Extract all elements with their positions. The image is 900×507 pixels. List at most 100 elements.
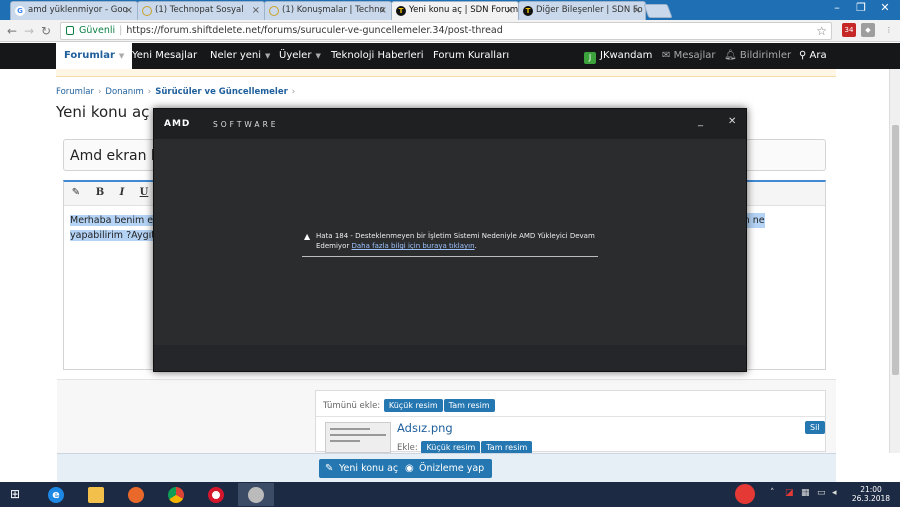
tab-title: (1) Konuşmalar | Techno bbox=[282, 5, 385, 15]
tab-title: Yeni konu aç | SDN Forum bbox=[409, 5, 519, 15]
sdn-favicon-icon: T bbox=[523, 6, 533, 16]
tab-title: amd yüklenmiyor - Goo bbox=[28, 5, 128, 15]
nav-bildirimler[interactable]: 🔔︎ Bildirimler bbox=[724, 43, 791, 69]
browser-tab-konusmalar[interactable]: (1) Konuşmalar | Techno × bbox=[264, 1, 392, 20]
star-icon[interactable]: ☆ bbox=[816, 23, 827, 39]
browser-tab-google[interactable]: G amd yüklenmiyor - Goo × bbox=[10, 1, 138, 20]
warning-icon: ▲ bbox=[304, 232, 311, 241]
page-title: Yeni konu aç bbox=[56, 103, 150, 121]
nav-neler-yeni[interactable]: Neler yeni ▼ bbox=[210, 43, 270, 69]
breadcrumb-item[interactable]: Donanım bbox=[105, 87, 143, 97]
scrollbar-thumb[interactable] bbox=[892, 125, 899, 375]
sdn-favicon-icon: T bbox=[396, 6, 406, 16]
url-input[interactable]: Güvenli | https://forum.shiftdelete.net/fo… bbox=[60, 22, 832, 40]
back-arrow-icon[interactable]: ← bbox=[5, 23, 19, 39]
button-label: Önizleme yap bbox=[419, 463, 485, 474]
attachment-thumbnail[interactable] bbox=[325, 422, 391, 453]
browser-tab-diger-bilesenler[interactable]: T Diğer Bileşenler | SDN Fo × bbox=[518, 1, 646, 20]
nav-label: Ara bbox=[809, 50, 827, 61]
nav-label: Bildirimler bbox=[739, 50, 792, 61]
attach-all-label: Tümünü ekle: bbox=[323, 401, 381, 411]
browser-tab-yeni-konu[interactable]: T Yeni konu aç | SDN Forum × bbox=[391, 1, 519, 20]
bell-icon: 🔔︎ bbox=[724, 50, 740, 61]
page-scrollbar[interactable] bbox=[889, 69, 900, 453]
insert-full-image-button[interactable]: Tam resim bbox=[443, 399, 495, 412]
nav-forumlar[interactable]: Forumlar ▼ bbox=[56, 43, 133, 69]
technopat-favicon-icon bbox=[142, 6, 152, 16]
post-thread-button[interactable]: ✎ Yeni konu aç bbox=[319, 459, 407, 478]
tab-close-icon[interactable]: × bbox=[252, 2, 260, 19]
browser-tab-technopat[interactable]: (1) Technopat Sosyal × bbox=[137, 1, 265, 20]
amd-installer-dialog: AMD SOFTWARE _ ✕ ▲ Hata 184 - Desteklenm… bbox=[153, 108, 747, 372]
extension-icon[interactable]: ◆ bbox=[861, 23, 875, 37]
amd-installer-icon[interactable] bbox=[238, 483, 274, 506]
delete-attachment-button[interactable]: Sil bbox=[805, 421, 825, 434]
windows-taskbar: ⊞ e ˄ ◪ ▦ ▭ ◂ 21:00 26.3.2018 bbox=[0, 482, 900, 507]
site-navigation: Forumlar ▼ Yeni Mesajlar Neler yeni ▼ Üyel… bbox=[0, 43, 900, 69]
tab-close-icon[interactable]: × bbox=[379, 2, 387, 19]
breadcrumb: Forumlar › Donanım › Sürücüler ve Güncelleme… bbox=[56, 87, 296, 97]
extension-icon[interactable]: 34 bbox=[842, 23, 856, 37]
username: JKwandam bbox=[600, 50, 653, 61]
nav-forum-kurallari[interactable]: Forum Kuralları bbox=[433, 43, 509, 69]
chrome-icon[interactable] bbox=[158, 483, 194, 506]
technopat-favicon-icon bbox=[269, 6, 279, 16]
error-text: Edemiyor bbox=[316, 242, 350, 250]
notice-bar bbox=[56, 69, 836, 77]
bold-button[interactable]: B bbox=[94, 187, 106, 200]
antivirus-icon[interactable] bbox=[735, 482, 755, 504]
tab-title: (1) Technopat Sosyal bbox=[155, 5, 244, 15]
underline-button[interactable]: U bbox=[138, 187, 150, 200]
attachment-filename[interactable]: Adsız.png bbox=[397, 421, 453, 435]
nav-mesajlar[interactable]: ✉ Mesajlar bbox=[662, 43, 715, 69]
amd-dialog-footer bbox=[154, 345, 746, 371]
google-favicon-icon: G bbox=[15, 6, 25, 16]
chevron-down-icon: ▼ bbox=[265, 52, 271, 60]
new-tab-button[interactable] bbox=[643, 4, 673, 18]
chevron-down-icon: ▼ bbox=[118, 52, 125, 60]
start-button[interactable]: ⊞ bbox=[0, 483, 30, 506]
tray-app-icon[interactable]: ◪ bbox=[785, 488, 794, 498]
nav-yeni-mesajlar[interactable]: Yeni Mesajlar bbox=[132, 43, 197, 69]
dialog-minimize-icon[interactable]: _ bbox=[698, 116, 703, 127]
nav-teknoloji-haberleri[interactable]: Teknoloji Haberleri bbox=[331, 43, 424, 69]
window-minimize-icon[interactable]: – bbox=[826, 0, 848, 18]
battery-icon[interactable]: ▭ bbox=[817, 488, 826, 498]
editor-text: yapabilirim ?Aygıt y bbox=[70, 230, 164, 241]
menu-icon[interactable]: ⋮ bbox=[882, 23, 896, 37]
window-maximize-icon[interactable]: ❐ bbox=[850, 0, 872, 18]
eraser-icon[interactable]: ✎ bbox=[70, 187, 82, 200]
forward-arrow-icon[interactable]: → bbox=[22, 23, 36, 39]
italic-button[interactable]: I bbox=[116, 187, 128, 200]
nav-search[interactable]: ⚲ Ara bbox=[799, 43, 827, 69]
dialog-close-icon[interactable]: ✕ bbox=[728, 116, 736, 127]
firefox-icon[interactable] bbox=[118, 483, 154, 506]
network-icon[interactable]: ▦ bbox=[801, 488, 810, 498]
preview-button[interactable]: ◉ Önizleme yap bbox=[399, 459, 493, 478]
insert-thumbnail-button[interactable]: Küçük resim bbox=[383, 399, 443, 412]
tray-chevron-icon[interactable]: ˄ bbox=[770, 488, 775, 498]
window-close-icon[interactable]: ✕ bbox=[874, 0, 896, 18]
internet-explorer-icon[interactable]: e bbox=[38, 483, 74, 506]
volume-icon[interactable]: ◂ bbox=[832, 488, 837, 498]
more-info-link[interactable]: Daha fazla bilgi için buraya tıklayın bbox=[351, 242, 474, 250]
attachment-box: Tümünü ekle: Küçük resim Tam resim Adsız.… bbox=[315, 390, 826, 454]
tab-close-icon[interactable]: × bbox=[125, 2, 133, 19]
url-text: https://forum.shiftdelete.net/forums/sur… bbox=[126, 25, 503, 36]
secure-label: Güvenli bbox=[79, 25, 116, 36]
tab-title: Diğer Bileşenler | SDN Fo bbox=[536, 5, 643, 15]
tab-close-icon[interactable]: × bbox=[633, 2, 641, 19]
breadcrumb-item[interactable]: Forumlar bbox=[56, 87, 94, 97]
nav-uyeler[interactable]: Üyeler ▼ bbox=[279, 43, 321, 69]
reload-icon[interactable]: ↻ bbox=[39, 23, 53, 39]
opera-icon[interactable] bbox=[198, 483, 234, 506]
avatar: J bbox=[584, 52, 596, 64]
taskbar-clock[interactable]: 21:00 26.3.2018 bbox=[842, 485, 900, 503]
breadcrumb-item[interactable]: Sürücüler ve Güncellemeler bbox=[155, 87, 288, 97]
tab-close-icon[interactable]: × bbox=[506, 2, 514, 19]
file-explorer-icon[interactable] bbox=[78, 483, 114, 506]
user-menu[interactable]: J JKwandam bbox=[584, 43, 652, 69]
edit-icon: ✎ bbox=[325, 463, 334, 474]
insert-label: Ekle: bbox=[397, 443, 418, 453]
lock-icon bbox=[66, 26, 74, 35]
